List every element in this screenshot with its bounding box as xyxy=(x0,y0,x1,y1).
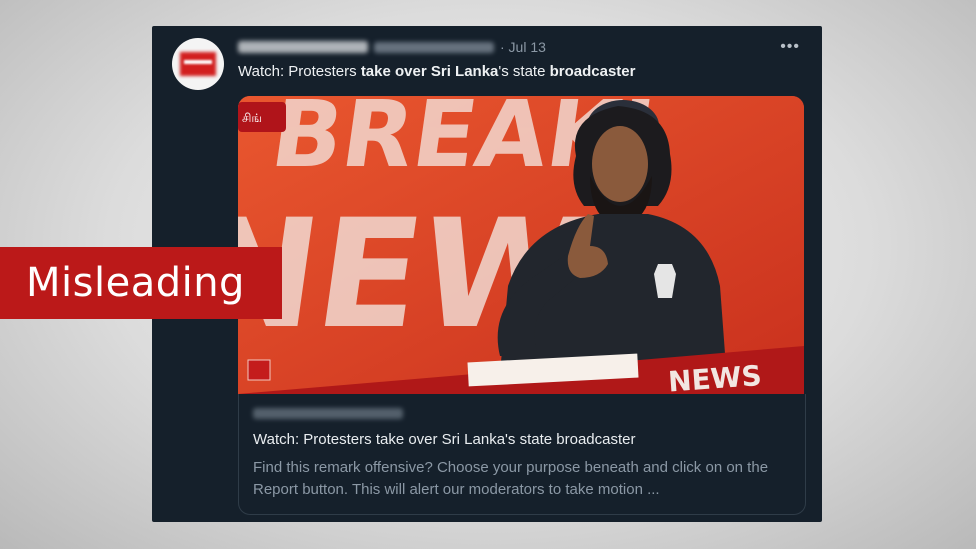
misleading-label-text: Misleading xyxy=(26,260,245,306)
ticker-news-text: NEWS xyxy=(667,359,763,394)
tweet-date[interactable]: · Jul 13 xyxy=(500,39,546,55)
tweet-header: · Jul 13 xyxy=(238,39,546,55)
video-thumbnail[interactable]: BREAKI NEW சிங் NEWS xyxy=(238,96,804,394)
blurred-display-name[interactable] xyxy=(238,41,368,53)
blurred-username[interactable] xyxy=(374,41,494,53)
video-frame: BREAKI NEW சிங் NEWS xyxy=(238,96,804,394)
misleading-label: Misleading xyxy=(0,247,282,319)
svg-text:சிங்: சிங் xyxy=(242,111,262,125)
link-title[interactable]: Watch: Protesters take over Sri Lanka's … xyxy=(253,431,635,448)
tweet-text: Watch: Protesters take over Sri Lanka's … xyxy=(238,63,636,80)
link-preview[interactable]: Watch: Protesters take over Sri Lanka's … xyxy=(238,394,806,515)
more-horizontal-icon[interactable]: ••• xyxy=(780,38,800,56)
blurred-link-domain[interactable] xyxy=(253,408,403,419)
profile-avatar[interactable] xyxy=(172,38,224,90)
link-description: Find this remark offensive? Choose your … xyxy=(253,459,769,498)
